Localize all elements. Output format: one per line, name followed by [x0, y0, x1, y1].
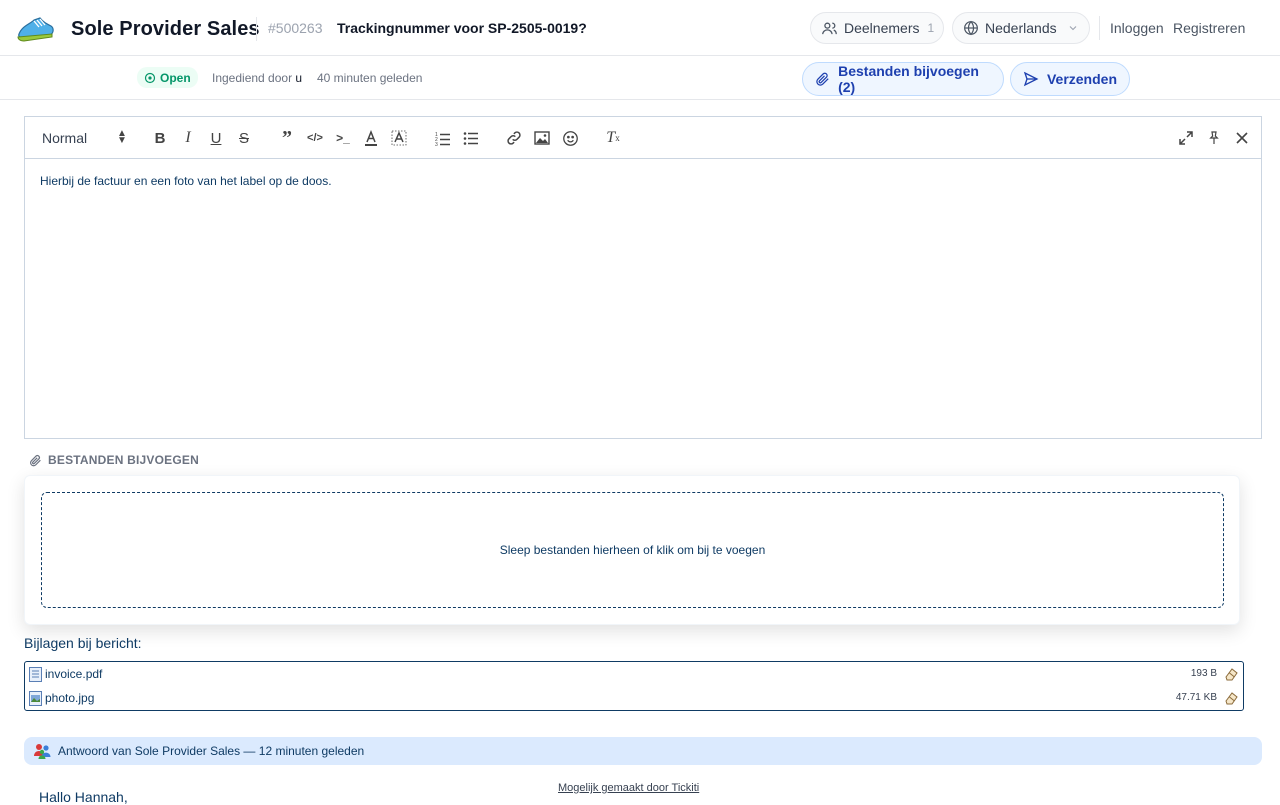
divider: [256, 17, 257, 41]
emoji-icon[interactable]: [560, 128, 580, 148]
powered-by-link[interactable]: Mogelijk gemaakt door Tickiti: [558, 782, 699, 794]
message-editor[interactable]: Normal ▲ ▼ B I U S ” </> >_ 123 Tx Hierb…: [24, 116, 1262, 439]
reply-greeting: Hallo Hannah,: [39, 789, 128, 805]
attachment-row[interactable]: photo.jpg 47.71 KB: [25, 686, 1243, 710]
document-file-icon: [29, 667, 42, 682]
login-link[interactable]: Inloggen: [1110, 20, 1164, 36]
reply-header-text: Antwoord van Sole Provider Sales — 12 mi…: [58, 744, 365, 758]
image-file-icon: [29, 691, 42, 706]
send-button[interactable]: Verzenden: [1010, 62, 1130, 96]
dropzone-card: Sleep bestanden hierheen of klik om bij …: [24, 475, 1240, 625]
language-select[interactable]: Nederlands: [952, 12, 1090, 44]
brand-name[interactable]: Sole Provider Sales: [71, 18, 260, 41]
underline-icon[interactable]: U: [206, 128, 226, 148]
background-color-icon[interactable]: [389, 128, 409, 148]
attachment-size: 47.71 KB: [1175, 692, 1217, 703]
svg-text:3: 3: [435, 142, 438, 146]
dropzone-text: Sleep bestanden hierheen of klik om bij …: [499, 543, 766, 557]
editor-toolbar: Normal ▲ ▼ B I U S ” </> >_ 123 Tx: [25, 117, 1261, 159]
editor-content[interactable]: Hierbij de factuur en een foto van het l…: [40, 174, 332, 188]
paperclip-icon: [30, 454, 41, 466]
attachments-label: Bijlagen bij bericht:: [24, 635, 142, 651]
top-header: Sole Provider Sales #500263 Trackingnumm…: [0, 0, 1280, 56]
code-block-icon[interactable]: >_: [333, 128, 353, 148]
pin-icon[interactable]: [1204, 128, 1224, 148]
paperclip-icon: [816, 72, 829, 86]
attachments-list: invoice.pdf 193 B photo.jpg 47.71 KB: [24, 661, 1244, 711]
chevron-down-icon: [1069, 26, 1076, 31]
participants-button[interactable]: Deelnemers 1: [810, 12, 944, 44]
italic-icon[interactable]: I: [178, 128, 198, 148]
link-icon[interactable]: [504, 128, 524, 148]
eraser-delete-icon[interactable]: [1223, 666, 1239, 682]
divider: [1099, 16, 1100, 40]
strikethrough-icon[interactable]: S: [234, 128, 254, 148]
reply-header[interactable]: Antwoord van Sole Provider Sales — 12 mi…: [24, 737, 1262, 765]
bold-icon[interactable]: B: [150, 128, 170, 148]
code-icon[interactable]: </>: [305, 128, 325, 148]
language-label: Nederlands: [985, 20, 1057, 36]
send-label: Verzenden: [1046, 71, 1117, 87]
status-badge: Open: [137, 67, 198, 88]
attachment-size: 193 B: [1190, 668, 1217, 679]
submitted-user: u: [295, 71, 303, 85]
ordered-list-icon[interactable]: 123: [433, 128, 453, 148]
status-open-icon: [144, 72, 156, 83]
file-dropzone[interactable]: Sleep bestanden hierheen of klik om bij …: [41, 492, 1224, 608]
bullet-list-icon[interactable]: [461, 128, 481, 148]
format-select[interactable]: Normal: [42, 130, 87, 146]
blockquote-icon[interactable]: ”: [277, 127, 297, 149]
globe-icon: [964, 20, 978, 36]
attach-heading-label: BESTANDEN BIJVOEGEN: [48, 453, 199, 467]
ticket-title: Trackingnummer voor SP-2505-0019?: [337, 20, 587, 36]
attachment-name[interactable]: photo.jpg: [45, 691, 94, 705]
ticket-id: #500263: [268, 20, 323, 36]
ticket-subheader: Open Ingediend door u 40 minuten geleden…: [0, 56, 1280, 100]
submitted-prefix: Ingediend door: [212, 71, 293, 85]
users-icon: [822, 22, 837, 34]
image-icon[interactable]: [532, 128, 552, 148]
attach-files-label: Bestanden bijvoegen (2): [838, 63, 979, 95]
text-color-icon[interactable]: [361, 128, 381, 148]
group-users-icon: [34, 744, 51, 759]
attach-files-button[interactable]: Bestanden bijvoegen (2): [802, 62, 1004, 96]
attachment-row[interactable]: invoice.pdf 193 B: [25, 662, 1243, 686]
select-arrows-icon: ▲ ▼: [117, 128, 127, 146]
fullscreen-icon[interactable]: [1176, 128, 1196, 148]
submitted-by: Ingediend door u: [212, 71, 302, 85]
submitted-time: 40 minuten geleden: [317, 71, 423, 85]
status-label: Open: [160, 70, 191, 85]
participants-count: 1: [927, 21, 935, 35]
close-icon[interactable]: [1232, 128, 1252, 148]
eraser-delete-icon[interactable]: [1223, 690, 1239, 706]
register-link[interactable]: Registreren: [1173, 20, 1245, 36]
sneaker-logo-icon: [17, 17, 54, 42]
attachment-name[interactable]: invoice.pdf: [45, 667, 102, 681]
attach-section-heading: BESTANDEN BIJVOEGEN: [29, 453, 199, 467]
participants-label: Deelnemers: [844, 20, 920, 36]
clear-format-icon[interactable]: Tx: [603, 128, 623, 148]
send-icon: [1023, 71, 1039, 87]
